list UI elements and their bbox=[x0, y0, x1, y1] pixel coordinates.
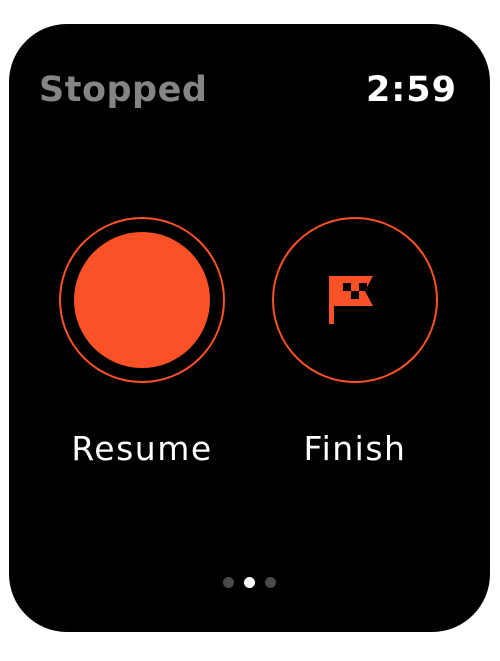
page-dot-2-active[interactable] bbox=[244, 577, 255, 588]
checkered-flag-icon bbox=[329, 276, 373, 324]
resume-button[interactable] bbox=[59, 217, 225, 383]
page-dot-3[interactable] bbox=[265, 577, 276, 588]
workout-status-label: Stopped bbox=[39, 70, 208, 110]
resume-control: Resume bbox=[50, 217, 234, 469]
finish-label: Finish bbox=[303, 429, 407, 468]
record-circle-icon bbox=[74, 232, 210, 368]
finish-control: Finish bbox=[263, 217, 447, 469]
clock-time: 2:59 bbox=[365, 70, 457, 110]
watch-screen: Stopped 2:59 Resume Finish bbox=[9, 24, 490, 632]
finish-button[interactable] bbox=[272, 217, 438, 383]
page-indicator bbox=[9, 577, 490, 589]
resume-label: Resume bbox=[71, 429, 213, 468]
page-dot-1[interactable] bbox=[223, 577, 234, 588]
